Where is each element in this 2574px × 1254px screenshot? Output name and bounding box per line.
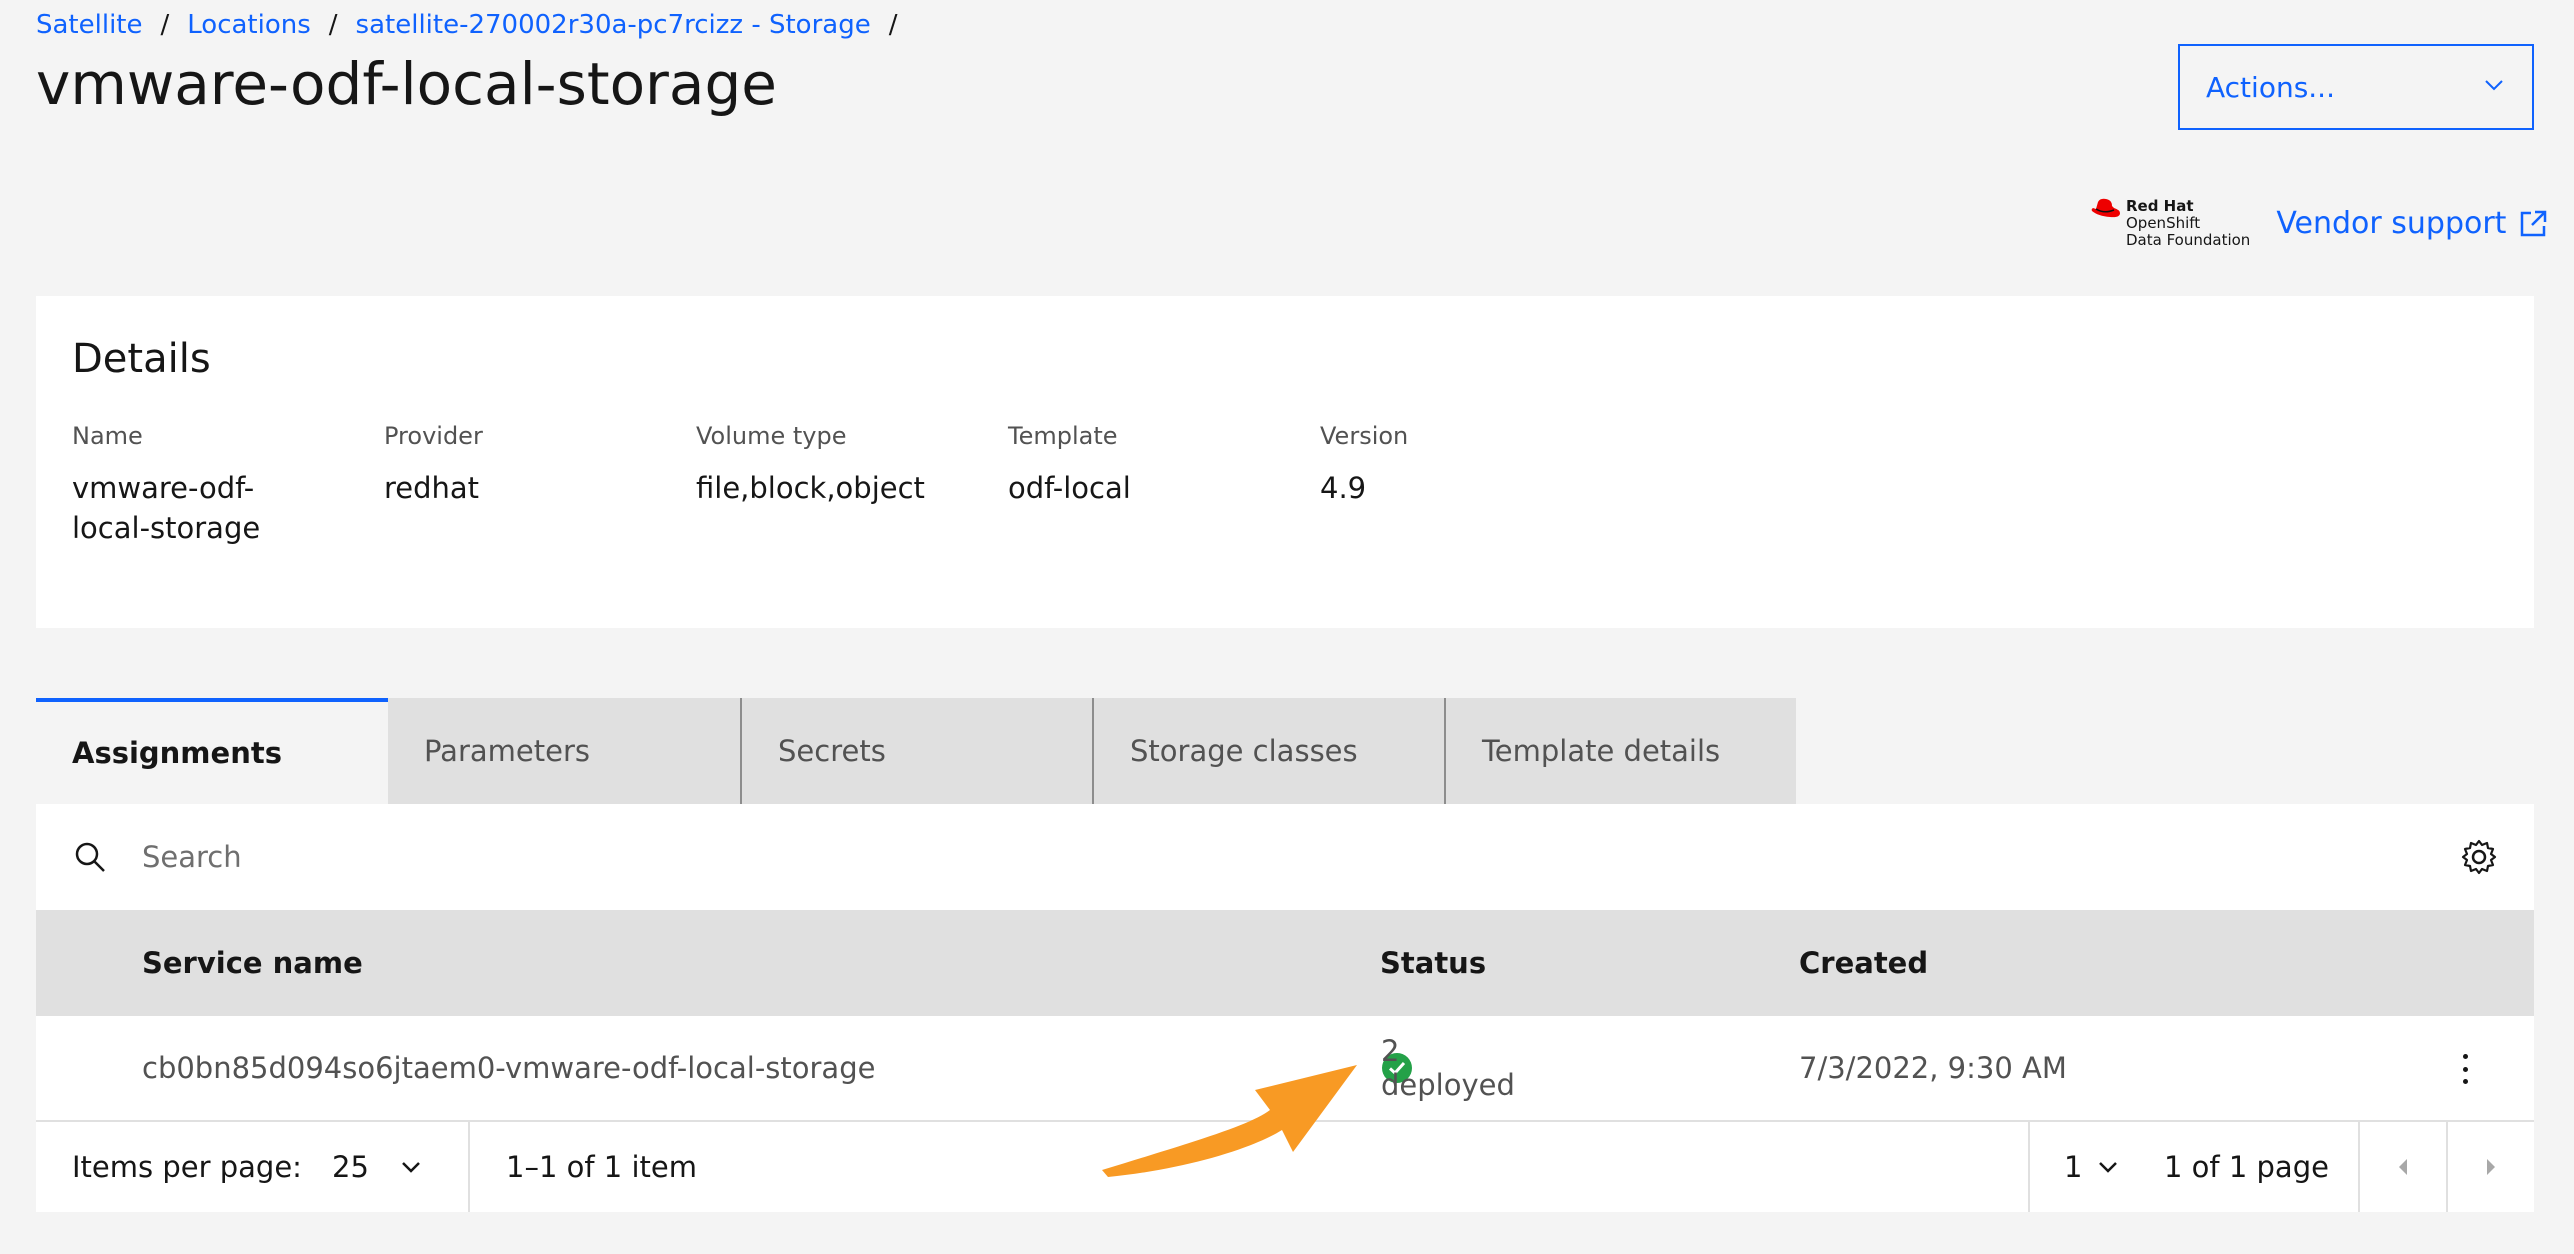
tab-list: Assignments Parameters Secrets Storage c… [36, 698, 1796, 804]
red-hat-icon [2091, 198, 2120, 218]
search-input[interactable] [140, 839, 2344, 875]
chevron-down-icon [2099, 1162, 2118, 1173]
vendor-area: Red Hat OpenShift Data Foundation Vendor… [2090, 198, 2548, 249]
detail-label: Volume type [696, 422, 847, 450]
gear-icon[interactable] [2460, 838, 2498, 876]
detail-value: file,block,object [696, 471, 925, 505]
external-link-icon [2521, 210, 2547, 236]
breadcrumb-separator: / [160, 10, 170, 40]
status-text: 2 deployed [1381, 1034, 1515, 1102]
tab-secrets[interactable]: Secrets [740, 698, 1092, 804]
pagination: Items per page: 25 1–1 of 1 item 1 1 of … [36, 1122, 2534, 1212]
tab-parameters[interactable]: Parameters [388, 698, 740, 804]
detail-label: Version [1320, 422, 1409, 450]
breadcrumb-separator: / [328, 10, 338, 40]
actions-label: Actions... [2206, 70, 2335, 104]
table-toolbar [36, 804, 2534, 910]
detail-provider: Provider redhat [384, 422, 696, 548]
detail-label: Template [1008, 422, 1118, 450]
vendor-support-label: Vendor support [2276, 206, 2507, 241]
divider [2028, 1122, 2030, 1212]
overflow-menu-icon[interactable] [2460, 1054, 2470, 1084]
details-heading: Details [72, 336, 211, 382]
caret-left-icon [2399, 1159, 2407, 1175]
red-hat-openshift-logo: Red Hat OpenShift Data Foundation [2090, 198, 2250, 249]
breadcrumb-separator: / [888, 10, 898, 40]
item-range: 1–1 of 1 item [506, 1150, 697, 1184]
table-header: Service name Status Created [36, 910, 2534, 1016]
items-per-page-select[interactable]: 25 [332, 1122, 423, 1212]
page-title: vmware-odf-local-storage [36, 50, 777, 118]
breadcrumb-satellite[interactable]: Satellite [36, 10, 143, 40]
tab-storage-classes[interactable]: Storage classes [1092, 698, 1444, 804]
created-cell: 7/3/2022, 9:30 AM [1799, 1051, 2067, 1085]
detail-label: Name [72, 422, 143, 450]
previous-page-button[interactable] [2360, 1122, 2446, 1212]
status-cell: 2 deployed [1381, 1034, 1515, 1102]
breadcrumb-locations[interactable]: Locations [187, 10, 311, 40]
detail-value: odf-local [1008, 471, 1131, 505]
tab-template-details[interactable]: Template details [1444, 698, 1796, 804]
vendor-support-link[interactable]: Vendor support [2276, 206, 2548, 241]
detail-label: Provider [384, 422, 483, 450]
tab-assignments[interactable]: Assignments [36, 698, 388, 804]
divider [468, 1122, 470, 1212]
column-header-created[interactable]: Created [1799, 946, 1928, 980]
service-name-cell: cb0bn85d094so6jtaem0-vmware-odf-local-st… [142, 1051, 876, 1085]
detail-volume-type: Volume type file,block,object [696, 422, 1008, 548]
details-panel: Details Name vmware-odf-local-storage Pr… [36, 296, 2534, 628]
page-select[interactable]: 1 [2064, 1122, 2120, 1212]
items-per-page-value: 25 [332, 1150, 369, 1184]
search-icon [70, 837, 110, 877]
caret-right-icon [2487, 1159, 2495, 1175]
actions-dropdown[interactable]: Actions... [2178, 44, 2534, 130]
logo-text-red-hat: Red Hat [2126, 197, 2194, 215]
items-per-page-label: Items per page: [72, 1150, 302, 1184]
column-header-status[interactable]: Status [1380, 946, 1486, 980]
logo-text-data-foundation: Data Foundation [2126, 231, 2251, 249]
detail-template: Template odf-local [1008, 422, 1320, 548]
detail-name: Name vmware-odf-local-storage [72, 422, 384, 548]
breadcrumb: Satellite / Locations / satellite-270002… [36, 10, 915, 40]
next-page-button[interactable] [2448, 1122, 2534, 1212]
table-row[interactable]: cb0bn85d094so6jtaem0-vmware-odf-local-st… [36, 1016, 2534, 1122]
column-header-service-name[interactable]: Service name [142, 946, 363, 980]
detail-value: redhat [384, 471, 480, 505]
breadcrumb-location-storage[interactable]: satellite-270002r30a-pc7rcizz - Storage [356, 10, 871, 40]
detail-version: Version 4.9 [1320, 422, 1632, 548]
detail-value: 4.9 [1320, 471, 1367, 505]
chevron-down-icon [2482, 71, 2506, 104]
logo-text-openshift: OpenShift [2126, 214, 2201, 232]
page-count: 1 of 1 page [2164, 1150, 2329, 1184]
chevron-down-icon [402, 1162, 420, 1173]
page-select-value: 1 [2064, 1150, 2083, 1184]
detail-value: vmware-odf-local-storage [72, 471, 261, 545]
